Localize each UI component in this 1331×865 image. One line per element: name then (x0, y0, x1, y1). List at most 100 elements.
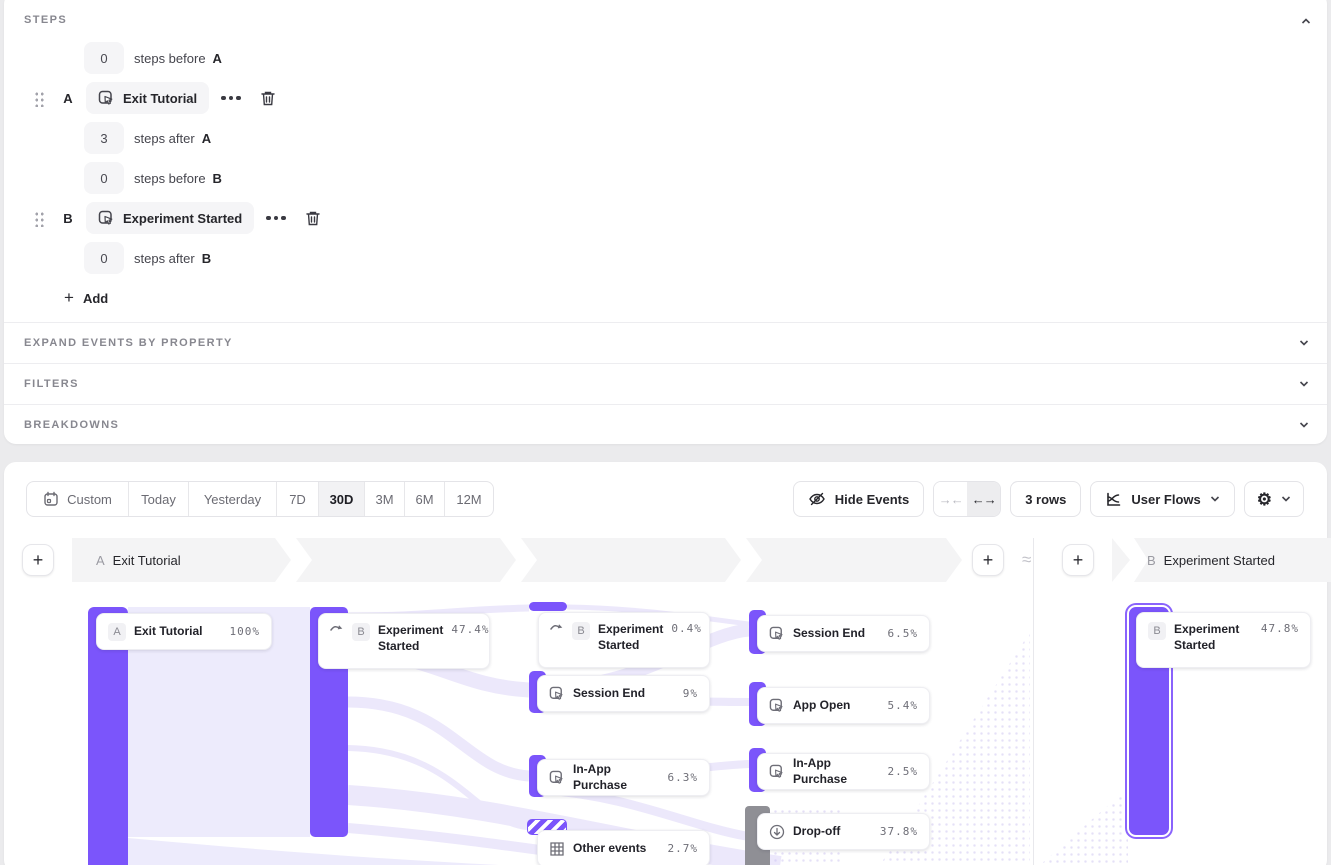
date-range-today[interactable]: Today (129, 482, 189, 516)
flow-column-header-3[interactable] (521, 538, 741, 582)
step-ref-letter: A (202, 131, 211, 146)
step-a-row: A Exit Tutorial (33, 82, 276, 114)
event-click-icon (98, 90, 115, 107)
date-range-control: Custom Today Yesterday 7D 30D 3M 6M 12M (26, 481, 494, 517)
collapse-columns-button[interactable]: →← (934, 482, 967, 516)
flow-column-b-title: BExperiment Started (1147, 538, 1275, 582)
add-column-before-b-button[interactable]: + (1062, 544, 1094, 576)
add-step-label: Add (83, 291, 108, 306)
section-expand-events-by-property[interactable]: EXPAND EVENTS BY PROPERTY (4, 322, 1327, 363)
flow-node-dropoff[interactable]: Drop-off 37.8% (757, 813, 930, 850)
steps-after-label: steps after (134, 251, 195, 266)
steps-before-label: steps before (134, 171, 206, 186)
event-click-icon (549, 686, 565, 702)
wave-arrow-icon (330, 623, 344, 633)
drag-handle-icon[interactable] (33, 90, 44, 107)
event-click-icon (549, 770, 565, 786)
calendar-icon (43, 491, 59, 507)
step-ref-letter: A (213, 51, 222, 66)
section-label: BREAKDOWNS (24, 419, 119, 431)
step-b-row: B Experiment Started (33, 202, 321, 234)
view-type-dropdown[interactable]: User Flows (1090, 481, 1234, 517)
date-range-12m[interactable]: 12M (445, 482, 493, 516)
section-breakdowns[interactable]: BREAKDOWNS (4, 404, 1327, 445)
user-flows-icon (1105, 491, 1122, 508)
flow-node-app-open[interactable]: App Open 5.4% (757, 687, 930, 724)
event-click-icon (769, 626, 785, 642)
user-flows-report-page: STEPS 0 steps before A A Exit Tutorial 3… (0, 0, 1331, 865)
flow-column-header-2[interactable] (296, 538, 516, 582)
step-a-event-button[interactable]: Exit Tutorial (86, 82, 209, 114)
flow-node-in-app-purchase-63[interactable]: In-App Purchase 6.3% (537, 759, 710, 796)
view-type-label: User Flows (1131, 492, 1200, 507)
step-a-delete-trash-icon[interactable] (260, 90, 276, 107)
plus-icon: + (1073, 550, 1084, 571)
approx-gap-icon: ≈ (1022, 550, 1031, 570)
step-b-event-button[interactable]: Experiment Started (86, 202, 254, 234)
chevron-down-icon (1299, 420, 1309, 430)
hide-events-button[interactable]: Hide Events (793, 481, 924, 517)
event-click-icon (98, 210, 115, 227)
flow-node-experiment-started-478[interactable]: B Experiment Started 47.8% (1136, 612, 1311, 668)
step-b-delete-trash-icon[interactable] (305, 210, 321, 227)
steps-after-b-input[interactable]: 0 (84, 242, 124, 274)
chevron-down-icon (1210, 494, 1220, 504)
flow-node-exit-tutorial[interactable]: A Exit Tutorial 100% (96, 613, 272, 650)
steps-panel: STEPS 0 steps before A A Exit Tutorial 3… (4, 0, 1327, 444)
flow-node-experiment-started-04[interactable]: B Experiment Started 0.4% (538, 612, 710, 668)
chevron-down-icon (1299, 379, 1309, 389)
steps-before-a-input[interactable]: 0 (84, 42, 124, 74)
flow-node-session-end-9[interactable]: Session End 9% (537, 675, 710, 712)
flow-column-header-4[interactable] (746, 538, 962, 582)
step-b-more-options-icon[interactable] (266, 216, 286, 221)
chevron-down-icon (1281, 494, 1291, 504)
event-click-icon (769, 764, 785, 780)
add-column-before-a-button[interactable]: + (22, 544, 54, 576)
rows-count-button[interactable]: 3 rows (1010, 481, 1081, 517)
steps-after-b-row: 0 steps after B (84, 242, 211, 274)
drag-handle-icon[interactable] (33, 210, 44, 227)
flow-bar-experiment-started-small[interactable] (529, 602, 567, 611)
date-range-6m[interactable]: 6M (405, 482, 445, 516)
step-b-event-label: Experiment Started (123, 211, 242, 226)
date-range-7d[interactable]: 7D (277, 482, 319, 516)
flow-node-other-events[interactable]: Other events 2.7% (537, 830, 710, 865)
hide-events-label: Hide Events (835, 492, 909, 507)
chevron-down-icon (1299, 338, 1309, 348)
add-column-after-a-button[interactable]: + (972, 544, 1004, 576)
steps-before-label: steps before (134, 51, 206, 66)
plus-icon: + (983, 550, 994, 571)
settings-dropdown[interactable]: ⚙ (1244, 481, 1304, 517)
section-label: EXPAND EVENTS BY PROPERTY (24, 337, 233, 349)
step-a-more-options-icon[interactable] (221, 96, 241, 101)
steps-before-a-row: 0 steps before A (84, 42, 222, 74)
collapse-expand-control: →← ←→ (933, 481, 1001, 517)
eye-off-icon (808, 490, 826, 508)
expand-columns-button[interactable]: ←→ (967, 482, 1000, 516)
report-toolbar-right: Hide Events →← ←→ 3 rows User Flows ⚙ (793, 481, 1304, 517)
date-range-30d[interactable]: 30D (319, 482, 365, 516)
step-b-badge: B (572, 622, 590, 640)
grid-icon (549, 841, 565, 857)
collapse-steps-chevron-up-icon[interactable] (1301, 16, 1311, 26)
steps-after-label: steps after (134, 131, 195, 146)
steps-after-a-input[interactable]: 3 (84, 122, 124, 154)
event-click-icon (769, 698, 785, 714)
step-b-letter: B (61, 211, 75, 226)
section-label: FILTERS (24, 378, 79, 390)
date-range-custom[interactable]: Custom (27, 482, 129, 516)
step-ref-letter: B (202, 251, 211, 266)
date-range-3m[interactable]: 3M (365, 482, 405, 516)
date-range-yesterday[interactable]: Yesterday (189, 482, 277, 516)
step-b-badge: B (352, 623, 370, 641)
step-a-badge: A (108, 623, 126, 641)
section-filters[interactable]: FILTERS (4, 363, 1327, 404)
flow-node-session-end-65[interactable]: Session End 6.5% (757, 615, 930, 652)
flow-node-experiment-started-474[interactable]: B Experiment Started 47.4% (318, 613, 490, 669)
rows-count-label: 3 rows (1025, 492, 1066, 507)
flow-node-in-app-purchase-25[interactable]: In-App Purchase 2.5% (757, 753, 930, 790)
add-step-button[interactable]: + Add (64, 288, 108, 308)
flow-column-a-title: AExit Tutorial (96, 538, 181, 582)
steps-after-a-row: 3 steps after A (84, 122, 211, 154)
steps-before-b-input[interactable]: 0 (84, 162, 124, 194)
